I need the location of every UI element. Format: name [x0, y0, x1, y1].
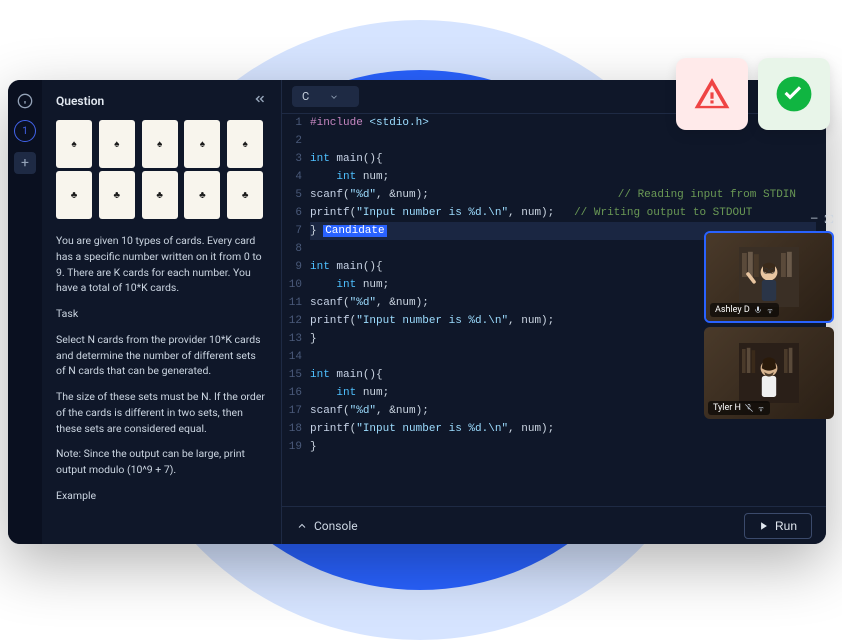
line-gutter: 12345678910111213141516171819	[282, 114, 310, 506]
card-item: ♠	[184, 120, 220, 168]
sidebar-strip: 1 +	[8, 80, 42, 544]
question-text: You are given 10 types of cards. Every c…	[56, 233, 267, 514]
question-num-1[interactable]: 1	[14, 120, 36, 142]
status-badges	[676, 58, 830, 130]
minimize-icon[interactable]: —	[810, 214, 818, 227]
example-label: Example	[56, 488, 267, 504]
chevron-up-icon	[296, 520, 308, 532]
code-line[interactable]	[310, 132, 816, 150]
expand-icon[interactable]	[824, 214, 834, 227]
participant-name-1: Ashley D	[715, 305, 750, 315]
question-title: Question	[56, 94, 104, 108]
video-caption-1: Ashley D	[710, 303, 779, 317]
code-line[interactable]: }	[310, 438, 816, 456]
card-item: ♣	[56, 171, 92, 219]
language-select[interactable]: C	[292, 86, 359, 107]
success-badge	[758, 58, 830, 130]
run-label: Run	[775, 519, 797, 533]
play-icon	[759, 521, 769, 531]
card-item: ♣	[227, 171, 263, 219]
card-item: ♠	[142, 120, 178, 168]
collapse-icon[interactable]	[253, 92, 267, 110]
console-bar: Console Run	[282, 506, 826, 544]
question-intro: You are given 10 types of cards. Every c…	[56, 233, 267, 296]
warning-icon	[693, 75, 731, 113]
card-item: ♣	[99, 171, 135, 219]
chevron-down-icon	[329, 92, 339, 102]
card-item: ♣	[142, 171, 178, 219]
code-line[interactable]: int main(){	[310, 150, 816, 168]
console-toggle[interactable]: Console	[296, 519, 358, 533]
wifi-icon	[757, 404, 765, 412]
video-panel: — Ashley D Tyler H	[704, 214, 834, 423]
warning-badge	[676, 58, 748, 130]
mic-muted-icon	[745, 404, 753, 412]
video-caption-2: Tyler H	[708, 401, 770, 415]
task-note: Note: Since the output can be large, pri…	[56, 446, 267, 478]
console-label-text: Console	[314, 519, 358, 533]
task-label: Task	[56, 306, 267, 322]
question-panel: Question ♠♠♠♠♠♣♣♣♣♣ You are given 10 typ…	[42, 80, 282, 544]
info-icon[interactable]	[16, 92, 34, 110]
cards-illustration: ♠♠♠♠♠♣♣♣♣♣	[56, 120, 267, 219]
video-tile-2[interactable]: Tyler H	[704, 327, 834, 419]
code-line[interactable]: scanf("%d", &num);// Reading input from …	[310, 186, 816, 204]
card-item: ♣	[184, 171, 220, 219]
code-line[interactable]: int num;	[310, 168, 816, 186]
video-controls: —	[704, 214, 834, 227]
task-constraint: The size of these sets must be N. If the…	[56, 389, 267, 436]
mic-icon	[754, 306, 762, 314]
video-tile-1[interactable]: Ashley D	[704, 231, 834, 323]
card-item: ♠	[227, 120, 263, 168]
add-question-button[interactable]: +	[14, 152, 36, 174]
check-circle-icon	[775, 75, 813, 113]
wifi-icon	[766, 306, 774, 314]
question-header: Question	[56, 92, 267, 110]
language-label: C	[302, 90, 309, 103]
task-body: Select N cards from the provider 10*K ca…	[56, 332, 267, 379]
participant-name-2: Tyler H	[713, 403, 741, 413]
card-item: ♠	[56, 120, 92, 168]
card-item: ♠	[99, 120, 135, 168]
run-button[interactable]: Run	[744, 513, 812, 539]
